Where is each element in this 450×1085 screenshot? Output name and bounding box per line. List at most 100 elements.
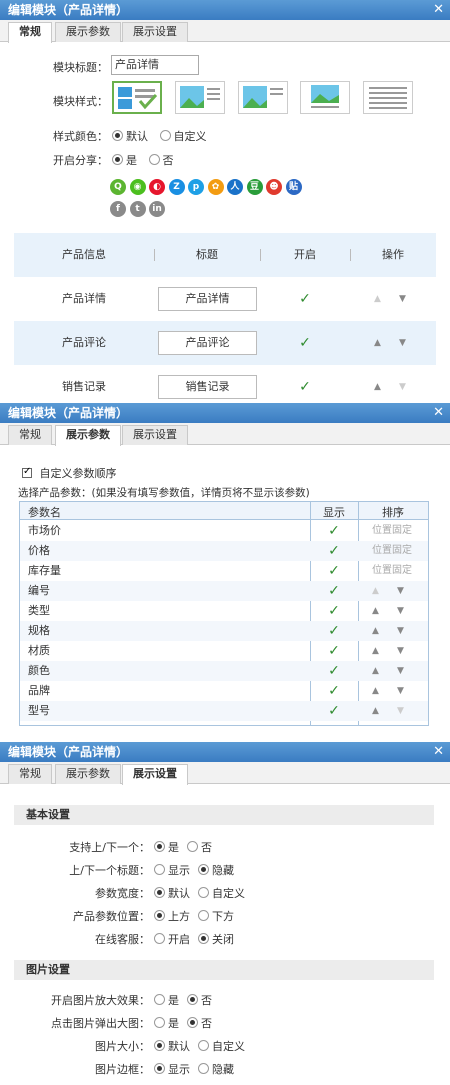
close-icon[interactable]: ✕ [433,403,444,423]
setting-option[interactable]: 默认 [154,885,190,901]
row-title-input[interactable]: 销售记录 [158,375,257,399]
style-color-custom[interactable]: 自定义 [159,128,207,144]
share-icon-9[interactable]: ☻ [266,179,282,195]
setting-option[interactable]: 关闭 [198,931,234,947]
radio-icon [198,864,209,875]
move-down-icon[interactable]: ▼ [397,621,404,641]
share-icon-8[interactable]: 豆 [246,179,263,195]
move-down-icon: ▼ [399,382,406,392]
edit-module-panel-general: 编辑模块（产品详情） ✕ 常规 展示参数 展示设置 模块标题： 产品详情 模块样… [0,0,450,402]
setting-option[interactable]: 是 [154,1015,179,1031]
row-title-input[interactable]: 产品评论 [158,331,257,355]
share-icon-2[interactable]: ◉ [129,179,146,195]
tab-general[interactable]: 常规 [8,764,52,784]
facebook-icon[interactable]: f [110,201,126,217]
setting-option[interactable]: 否 [187,992,212,1008]
shown-check-icon[interactable]: ✓ [310,561,358,581]
tab-display-settings[interactable]: 展示设置 [122,764,188,785]
row-title-input[interactable]: 产品详情 [158,287,257,311]
setting-label: 上/下一个标题： [69,864,150,877]
custom-order-checkbox[interactable]: 自定义参数顺序 [22,465,117,481]
move-up-icon[interactable]: ▲ [372,681,379,701]
linkedin-icon[interactable]: in [149,201,165,217]
share-icon-4[interactable]: Z [168,179,185,195]
move-up-icon[interactable]: ▲ [372,701,379,721]
enabled-check-icon[interactable]: ✓ [260,365,350,402]
style-option-4[interactable] [300,81,350,114]
setting-radio-group: 是否 [154,839,220,855]
shown-check-icon[interactable]: ✓ [310,661,358,681]
header-title: 标题 [196,248,218,261]
move-down-icon[interactable]: ▼ [399,277,406,321]
radio-icon [198,933,209,944]
tab-display-params[interactable]: 展示参数 [55,425,121,446]
share-no[interactable]: 否 [148,152,174,168]
share-yes[interactable]: 是 [112,152,137,168]
move-down-icon[interactable]: ▼ [397,601,404,621]
setting-option[interactable]: 否 [187,839,212,855]
setting-option[interactable]: 隐藏 [198,1061,234,1077]
shown-check-icon[interactable]: ✓ [310,701,358,721]
setting-option[interactable]: 开启 [154,931,190,947]
share-icon-7[interactable]: 人 [227,179,243,195]
close-icon[interactable]: ✕ [433,0,444,20]
style-option-2[interactable] [175,81,225,114]
setting-option[interactable]: 否 [187,1015,212,1031]
twitter-icon[interactable]: t [129,201,146,217]
move-down-icon[interactable]: ▼ [397,681,404,701]
style-option-5[interactable] [363,81,413,114]
table-row: 规格 ✓ ▲ ▼ [20,621,428,641]
table-row: 品牌 ✓ ▲ ▼ [20,681,428,701]
move-down-icon[interactable]: ▼ [399,321,406,365]
radio-icon [154,887,165,898]
share-icon-5[interactable]: p [188,179,204,195]
setting-option[interactable]: 自定义 [198,885,245,901]
share-icon-10[interactable]: 贴 [285,179,302,195]
style-option-3[interactable] [238,81,288,114]
setting-option[interactable]: 自定义 [198,1038,245,1054]
share-icon-6[interactable]: ✿ [207,179,224,195]
share-icon-1[interactable]: Q [110,179,126,195]
close-icon[interactable]: ✕ [433,742,444,762]
setting-option[interactable]: 显示 [154,1061,190,1077]
share-icon-3[interactable]: ◐ [149,179,165,195]
shown-check-icon[interactable]: ✓ [310,581,358,601]
style-option-1[interactable] [112,81,162,114]
move-up-icon[interactable]: ▲ [372,661,379,681]
tab-display-settings[interactable]: 展示设置 [122,425,188,445]
module-title-input[interactable]: 产品详情 [111,55,199,75]
move-down-icon[interactable]: ▼ [397,661,404,681]
setting-option[interactable]: 上方 [154,908,190,924]
setting-option[interactable]: 是 [154,992,179,1008]
radio-icon [154,994,165,1005]
setting-option[interactable]: 隐藏 [198,862,234,878]
setting-option[interactable]: 下方 [198,908,234,924]
move-up-icon[interactable]: ▲ [374,321,381,365]
setting-option[interactable]: 默认 [154,1038,190,1054]
tab-general[interactable]: 常规 [8,22,52,43]
enabled-check-icon[interactable]: ✓ [260,277,350,321]
shown-check-icon[interactable]: ✓ [310,601,358,621]
shown-check-icon[interactable]: ✓ [310,681,358,701]
enabled-check-icon[interactable]: ✓ [260,321,350,365]
style-color-default[interactable]: 默认 [112,128,148,144]
move-down-icon[interactable]: ▼ [397,641,404,661]
tab-general[interactable]: 常规 [8,425,52,445]
header-product-info: 产品信息 [62,248,106,261]
shown-check-icon[interactable]: ✓ [310,521,358,541]
setting-option[interactable]: 是 [154,839,179,855]
setting-option[interactable]: 显示 [154,862,190,878]
move-down-icon[interactable]: ▼ [397,581,404,601]
move-up-icon[interactable]: ▲ [374,365,381,402]
tab-display-params[interactable]: 展示参数 [55,764,121,784]
header-enable: 开启 [294,248,316,261]
tab-display-settings[interactable]: 展示设置 [122,22,188,42]
shown-check-icon[interactable]: ✓ [310,541,358,561]
tab-display-params[interactable]: 展示参数 [55,22,121,42]
shown-check-icon[interactable]: ✓ [310,641,358,661]
move-up-icon[interactable]: ▲ [372,641,379,661]
shown-check-icon[interactable]: ✓ [310,621,358,641]
move-up-icon[interactable]: ▲ [372,601,379,621]
move-up-icon: ▲ [372,586,379,596]
move-up-icon[interactable]: ▲ [372,621,379,641]
